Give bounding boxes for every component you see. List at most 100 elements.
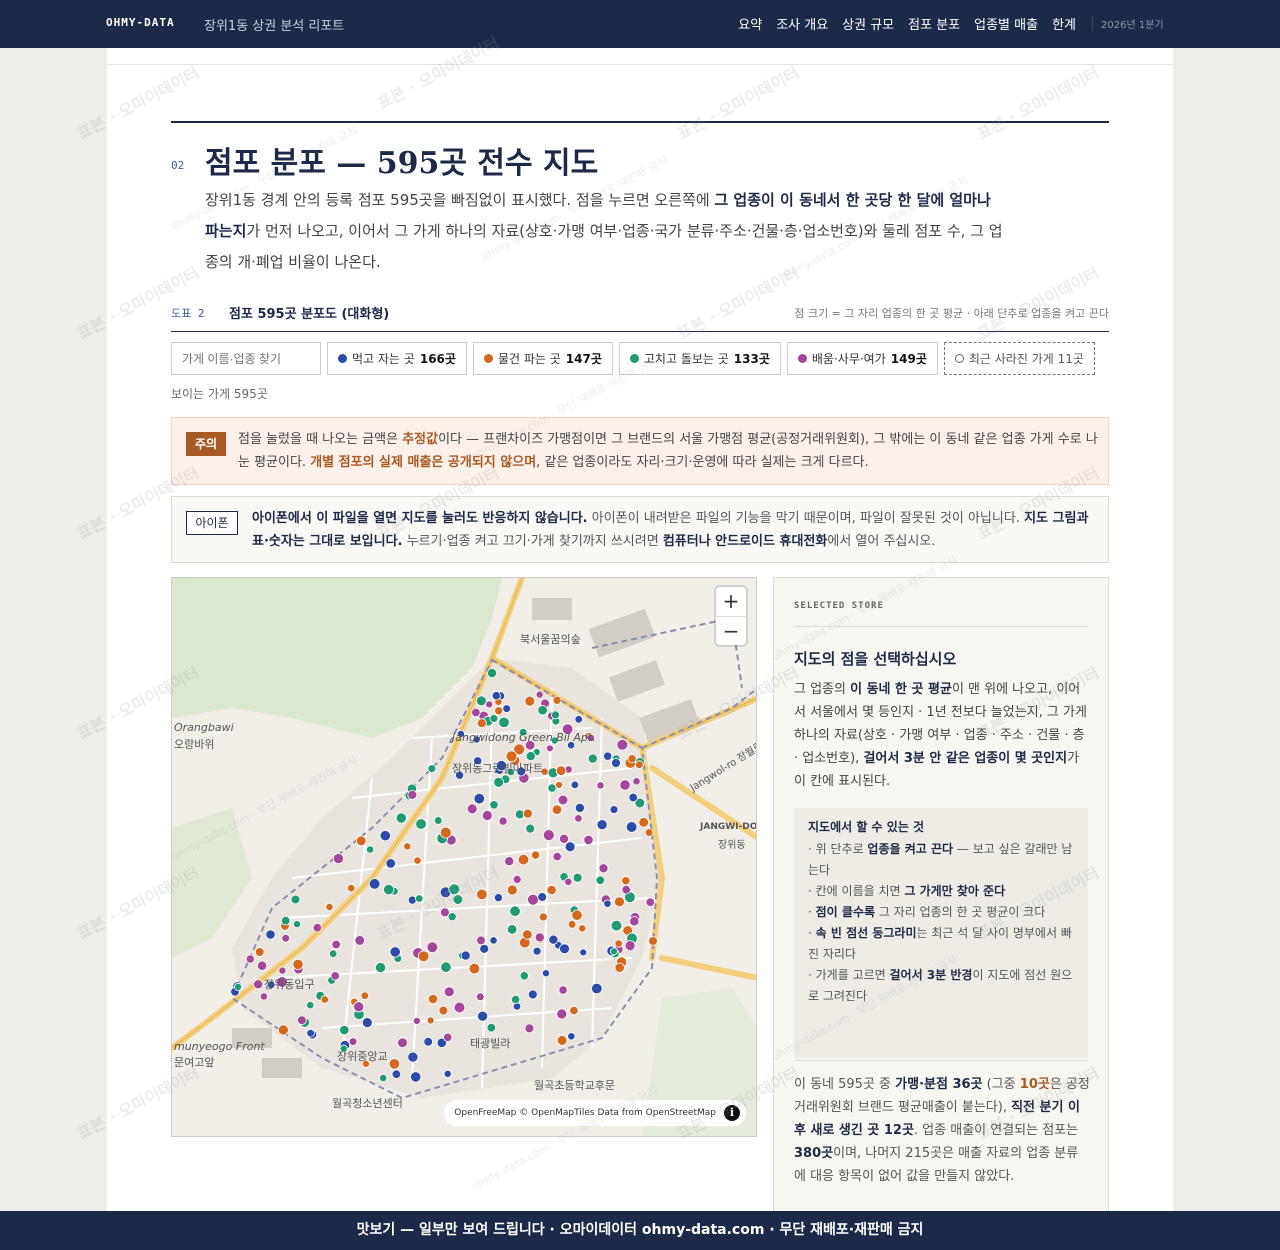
store-dot[interactable] xyxy=(293,920,302,929)
store-dot[interactable] xyxy=(265,929,276,940)
store-dot[interactable] xyxy=(551,710,560,720)
store-dot[interactable] xyxy=(548,934,559,945)
store-dot[interactable] xyxy=(475,992,485,1002)
store-dot[interactable] xyxy=(427,764,437,774)
zoom-out-button[interactable]: − xyxy=(716,616,746,645)
store-dot[interactable] xyxy=(466,803,478,815)
store-dot[interactable] xyxy=(504,856,515,867)
store-dot[interactable] xyxy=(611,758,621,768)
store-dot[interactable] xyxy=(558,985,568,995)
store-dot[interactable] xyxy=(525,823,536,834)
store-dot[interactable] xyxy=(448,883,461,896)
store-dot[interactable] xyxy=(644,828,654,837)
store-dot[interactable] xyxy=(460,950,471,961)
store-dot[interactable] xyxy=(551,804,563,815)
store-dot[interactable] xyxy=(531,850,541,860)
store-dot[interactable] xyxy=(555,765,567,777)
store-dot[interactable] xyxy=(414,894,424,903)
store-dot[interactable] xyxy=(332,853,344,865)
brand-logo[interactable]: OHMY-DATA xyxy=(106,16,175,29)
store-dot[interactable] xyxy=(616,739,629,751)
store-dot[interactable] xyxy=(312,923,323,933)
store-dot[interactable] xyxy=(403,842,412,851)
store-dot[interactable] xyxy=(427,993,439,1005)
store-dot[interactable] xyxy=(527,893,539,906)
store-dot[interactable] xyxy=(587,753,598,764)
store-dot[interactable] xyxy=(614,896,625,908)
nav-market-size[interactable]: 상권 규모 xyxy=(842,14,894,33)
store-dot[interactable] xyxy=(569,1005,579,1016)
store-dot[interactable] xyxy=(552,695,562,705)
store-dot[interactable] xyxy=(348,1037,358,1046)
store-dot[interactable] xyxy=(522,808,533,819)
store-dot[interactable] xyxy=(574,715,583,724)
store-map[interactable]: 북서울꿈의숲 Jangwidong Green Bil Apt. 장위동그린빌아… xyxy=(171,577,757,1137)
store-dot[interactable] xyxy=(440,961,452,973)
store-dot[interactable] xyxy=(570,780,580,790)
store-dot[interactable] xyxy=(583,834,594,845)
store-dot[interactable] xyxy=(325,902,334,911)
store-dot[interactable] xyxy=(603,751,613,761)
store-dot[interactable] xyxy=(538,912,548,922)
store-dot[interactable] xyxy=(489,800,499,810)
store-dot[interactable] xyxy=(292,958,304,970)
store-dot[interactable] xyxy=(506,884,518,896)
store-dot[interactable] xyxy=(415,818,427,830)
filter-chip-service[interactable]: 고치고 돌보는 곳 133곳 xyxy=(618,342,781,375)
store-dot[interactable] xyxy=(619,779,631,791)
store-dot[interactable] xyxy=(527,989,538,1000)
store-dot[interactable] xyxy=(621,885,631,895)
store-dot[interactable] xyxy=(330,971,340,981)
store-dot[interactable] xyxy=(331,939,341,950)
filter-chip-retail[interactable]: 물건 파는 곳 147곳 xyxy=(472,342,613,375)
store-dot[interactable] xyxy=(233,982,243,991)
store-dot[interactable] xyxy=(346,883,356,893)
store-dot[interactable] xyxy=(574,802,585,813)
store-dot[interactable] xyxy=(598,863,609,874)
store-dot[interactable] xyxy=(453,1001,466,1014)
store-dot[interactable] xyxy=(407,789,418,800)
store-dot[interactable] xyxy=(278,966,287,975)
store-dot[interactable] xyxy=(360,991,369,1000)
store-dot[interactable] xyxy=(567,920,577,929)
store-dot[interactable] xyxy=(443,986,455,998)
store-dot[interactable] xyxy=(591,982,603,995)
store-dot[interactable] xyxy=(306,1001,315,1010)
store-dot[interactable] xyxy=(439,907,450,918)
store-dot[interactable] xyxy=(383,883,395,896)
store-dot[interactable] xyxy=(476,935,486,946)
store-dot[interactable] xyxy=(481,810,493,821)
store-dot[interactable] xyxy=(506,924,518,935)
store-dot[interactable] xyxy=(522,929,533,940)
store-dot[interactable] xyxy=(625,821,638,833)
store-dot[interactable] xyxy=(489,714,499,723)
store-dot[interactable] xyxy=(412,1016,421,1025)
store-dot[interactable] xyxy=(574,814,583,823)
store-dot[interactable] xyxy=(433,816,443,825)
store-dot[interactable] xyxy=(517,854,530,866)
store-dot[interactable] xyxy=(395,812,407,824)
store-dot[interactable] xyxy=(610,919,623,932)
store-dot[interactable] xyxy=(546,884,557,896)
zoom-in-button[interactable]: + xyxy=(716,587,746,616)
store-dot[interactable] xyxy=(361,1017,373,1029)
store-dot[interactable] xyxy=(254,947,265,957)
store-dot[interactable] xyxy=(609,947,618,956)
store-dot[interactable] xyxy=(567,1032,576,1041)
store-dot[interactable] xyxy=(366,845,375,854)
store-dot[interactable] xyxy=(579,948,588,957)
store-dot[interactable] xyxy=(494,706,504,716)
store-dot[interactable] xyxy=(339,1024,350,1036)
store-dot[interactable] xyxy=(423,1036,434,1047)
nav-summary[interactable]: 요약 xyxy=(738,14,762,33)
store-dot[interactable] xyxy=(571,909,583,921)
store-dot[interactable] xyxy=(277,1024,289,1036)
store-dot[interactable] xyxy=(519,971,529,981)
store-dot[interactable] xyxy=(388,1058,401,1070)
store-dot[interactable] xyxy=(355,835,367,847)
store-dot[interactable] xyxy=(328,949,338,958)
store-dot[interactable] xyxy=(379,1073,388,1083)
store-dot[interactable] xyxy=(320,995,329,1004)
store-dot[interactable] xyxy=(509,905,521,917)
store-dot[interactable] xyxy=(374,962,386,974)
